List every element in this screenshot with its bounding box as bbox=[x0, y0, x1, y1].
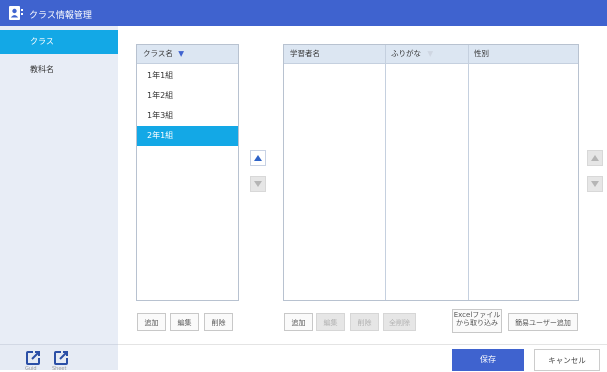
main-area: クラス名 ▼ 1年1組 1年2組 1年3組 2年1組 追加 編集 削除 学習者名… bbox=[118, 26, 607, 371]
class-list-header: クラス名 ▼ bbox=[137, 45, 238, 64]
kana-column-header[interactable]: ふりがな ▼ bbox=[385, 45, 468, 63]
title-bar: クラス情報管理 bbox=[0, 0, 607, 26]
save-button[interactable]: 保存 bbox=[452, 349, 524, 371]
list-item[interactable]: 1年2組 bbox=[137, 86, 238, 106]
window-title: クラス情報管理 bbox=[29, 11, 92, 21]
add-simple-user-button[interactable]: 簡易ユーザー追加 bbox=[508, 313, 578, 331]
sidebar-button-label: Guid bbox=[25, 366, 37, 372]
class-delete-button[interactable]: 削除 bbox=[204, 313, 233, 331]
move-up-button[interactable] bbox=[250, 150, 266, 166]
sidebar-item-label: クラス bbox=[30, 37, 54, 46]
move-down-icon bbox=[254, 181, 262, 187]
class-add-button[interactable]: 追加 bbox=[137, 313, 166, 331]
button-label-line: から取り込み bbox=[456, 319, 498, 327]
sidebar-item-label: 教科名 bbox=[30, 65, 54, 74]
student-delete-button[interactable]: 削除 bbox=[350, 313, 379, 331]
button-label-line: Excelファイル bbox=[453, 311, 501, 319]
move-up-icon bbox=[254, 155, 262, 161]
move-down-button[interactable] bbox=[250, 176, 266, 192]
excel-import-button[interactable]: Excelファイル から取り込み bbox=[452, 309, 502, 333]
column-divider bbox=[468, 45, 469, 300]
student-table-panel: 学習者名 ふりがな ▼ 性別 bbox=[283, 44, 579, 301]
learner-name-column-header[interactable]: 学習者名 bbox=[284, 45, 385, 63]
sort-desc-icon: ▼ bbox=[178, 49, 185, 58]
class-list-panel: クラス名 ▼ 1年1組 1年2組 1年3組 2年1組 bbox=[136, 44, 239, 301]
cancel-button[interactable]: キャンセル bbox=[534, 349, 600, 371]
sidebar-button-label: Sheet bbox=[52, 366, 67, 372]
sidebar-item-class[interactable]: クラス bbox=[0, 30, 118, 54]
sort-desc-icon: ▼ bbox=[427, 49, 434, 58]
footer-divider bbox=[118, 344, 607, 345]
student-table-header: 学習者名 ふりがな ▼ 性別 bbox=[284, 45, 578, 64]
list-item[interactable]: 1年3組 bbox=[137, 106, 238, 126]
gender-column-header[interactable]: 性別 bbox=[468, 45, 578, 63]
sidebar-bottom-bar: Guid Sheet bbox=[0, 344, 118, 372]
sidebar: クラス 教科名 Guid Sheet bbox=[0, 26, 118, 372]
student-edit-button[interactable]: 編集 bbox=[316, 313, 345, 331]
student-move-down-button[interactable] bbox=[587, 176, 603, 192]
student-move-up-button[interactable] bbox=[587, 150, 603, 166]
class-edit-button[interactable]: 編集 bbox=[170, 313, 199, 331]
list-item[interactable]: 1年1組 bbox=[137, 66, 238, 86]
contact-card-icon bbox=[9, 6, 23, 20]
external-edit-icon[interactable] bbox=[24, 349, 42, 367]
column-header-label: クラス名 bbox=[143, 49, 173, 58]
move-up-icon bbox=[591, 155, 599, 161]
column-divider bbox=[385, 45, 386, 300]
move-down-icon bbox=[591, 181, 599, 187]
student-add-button[interactable]: 追加 bbox=[284, 313, 313, 331]
column-header-label: ふりがな bbox=[391, 49, 421, 58]
external-edit-icon[interactable] bbox=[52, 349, 70, 367]
sidebar-item-subject[interactable]: 教科名 bbox=[0, 58, 118, 82]
list-item[interactable]: 2年1組 bbox=[137, 126, 238, 146]
student-delete-all-button[interactable]: 全削除 bbox=[383, 313, 416, 331]
class-name-column-header[interactable]: クラス名 ▼ bbox=[137, 45, 237, 63]
